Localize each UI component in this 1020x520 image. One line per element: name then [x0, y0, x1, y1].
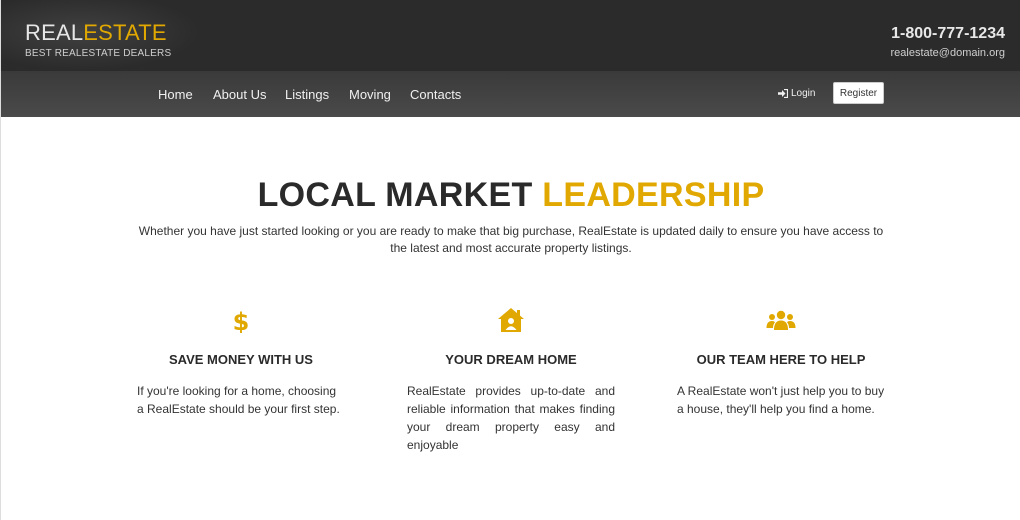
feature-title-dream-home: YOUR DREAM HOME: [445, 352, 577, 367]
register-button[interactable]: Register: [833, 82, 884, 104]
sign-in-icon: [778, 89, 788, 98]
nav-item-home[interactable]: Home: [158, 87, 193, 102]
main-navbar: Home About Us Listings Moving Contacts L…: [1, 71, 1020, 117]
title-accent: LEADERSHIP: [542, 176, 765, 214]
contact-email[interactable]: realestate@domain.org: [890, 47, 1005, 59]
nav-item-moving[interactable]: Moving: [349, 87, 391, 102]
feature-text-team-help: A RealEstate won't just help you to buy …: [677, 384, 885, 416]
login-label: Login: [791, 88, 816, 99]
nav-item-about-us[interactable]: About Us: [213, 87, 266, 102]
feature-title-save-money: SAVE MONEY WITH US: [169, 352, 313, 367]
intro-text: Whether you have just started looking or…: [138, 224, 884, 255]
title-main: LOCAL MARKET: [257, 176, 533, 214]
svg-text:$: $: [233, 308, 250, 333]
feature-title-team-help: OUR TEAM HERE TO HELP: [696, 352, 866, 367]
logo-text-main: REAL: [25, 20, 84, 45]
dollar-icon: $: [233, 308, 250, 333]
nav-item-contacts[interactable]: Contacts: [410, 87, 461, 102]
users-icon: [766, 310, 796, 330]
nav-item-listings[interactable]: Listings: [285, 87, 329, 102]
page: REALESTATE BEST REALESTATE DEALERS 1-800…: [0, 0, 1020, 520]
logo-text-accent: ESTATE: [83, 20, 167, 45]
feature-text-save-money: If you're looking for a home, choosing a…: [137, 384, 340, 416]
feature-text-dream-home: RealEstate provides up-to-date and relia…: [407, 384, 615, 452]
home-user-icon: [498, 308, 524, 332]
contact-phone[interactable]: 1-800-777-1234: [891, 25, 1005, 43]
site-logo[interactable]: REALESTATE: [25, 22, 167, 44]
page-title: LOCAL MARKET LEADERSHIP: [1, 176, 1020, 215]
register-label: Register: [839, 87, 878, 99]
login-link[interactable]: Login: [778, 88, 815, 99]
site-tagline: BEST REALESTATE DEALERS: [25, 48, 172, 59]
top-header: REALESTATE BEST REALESTATE DEALERS 1-800…: [1, 0, 1020, 71]
